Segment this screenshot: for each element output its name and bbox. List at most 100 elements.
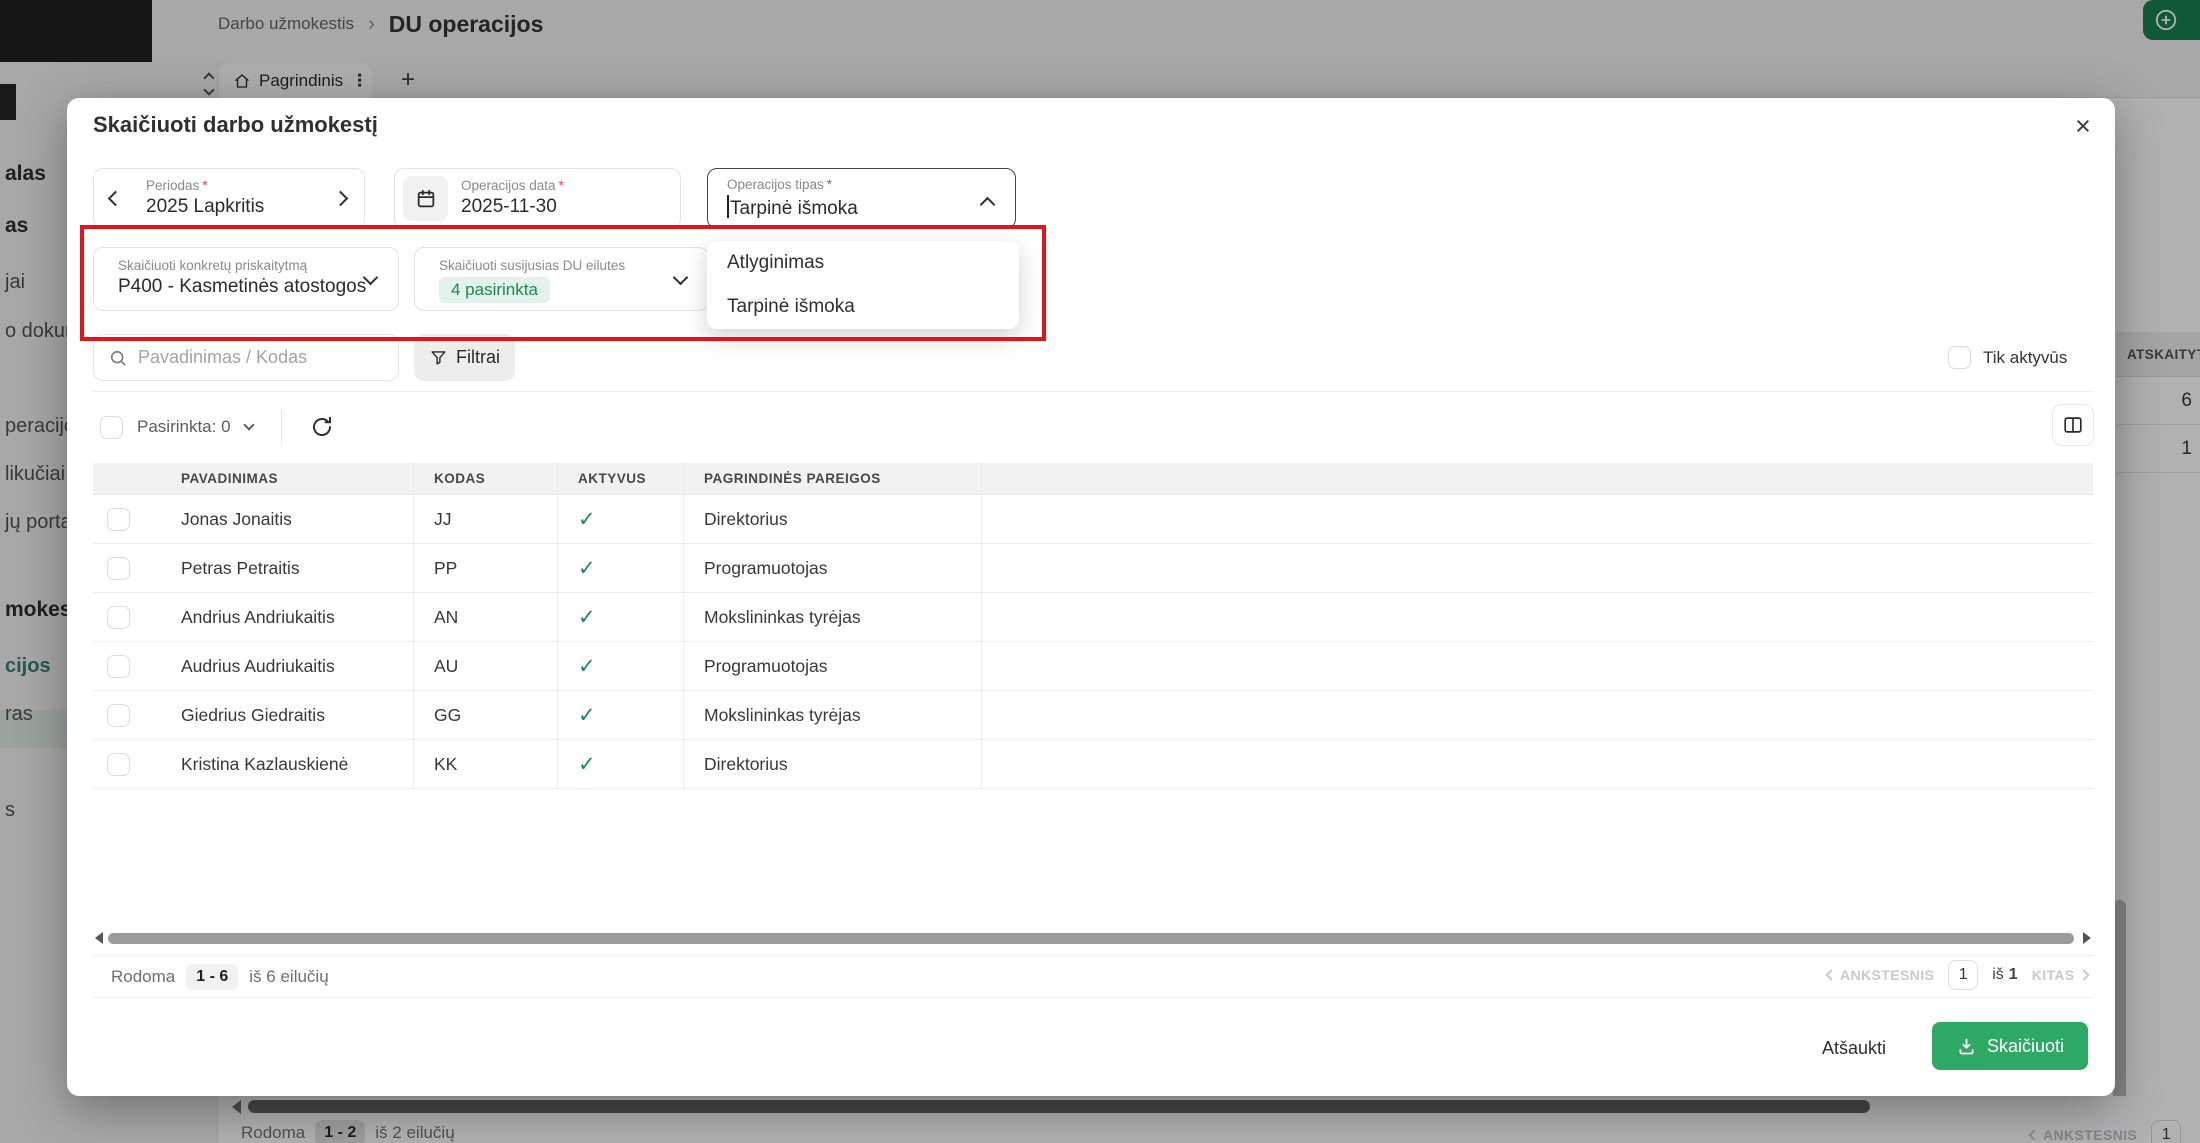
selected-count-label: Pasirinkta: 0: [137, 417, 231, 437]
only-active-checkbox[interactable]: [1948, 346, 1971, 369]
previous-page-button[interactable]: ANKSTESNIS: [1827, 967, 1934, 983]
row-checkbox[interactable]: [107, 557, 130, 580]
specific-accrual-field[interactable]: Skaičiuoti konkretų priskaitytmą P400 - …: [93, 247, 399, 311]
specific-accrual-label: Skaičiuoti konkretų priskaitytmą: [118, 258, 307, 273]
table-row[interactable]: Andrius Andriukaitis AN ✓ Mokslininkas t…: [93, 593, 2093, 642]
table-row[interactable]: Jonas Jonaitis JJ ✓ Direktorius: [93, 495, 2093, 544]
scroll-right-arrow[interactable]: [2083, 932, 2091, 944]
column-header-position[interactable]: PAGRINDINĖS PAREIGOS: [683, 463, 981, 494]
select-all-checkbox[interactable]: [100, 416, 123, 439]
employee-code: KK: [413, 740, 557, 788]
employee-code: AU: [413, 642, 557, 690]
employee-name: Audrius Audriukaitis: [161, 642, 413, 690]
employee-position: Programuotojas: [683, 642, 981, 690]
search-icon: [108, 348, 128, 368]
close-icon[interactable]: ×: [2066, 110, 2100, 144]
employee-position: Programuotojas: [683, 544, 981, 592]
table-row[interactable]: Kristina Kazlauskienė KK ✓ Direktorius: [93, 740, 2093, 789]
chevron-left-icon: [1825, 969, 1836, 980]
employee-name: Jonas Jonaitis: [161, 495, 413, 543]
row-checkbox[interactable]: [107, 655, 130, 678]
rows-range-badge: 1 - 6: [186, 964, 238, 990]
employee-name: Kristina Kazlauskienė: [161, 740, 413, 788]
table-row[interactable]: Audrius Audriukaitis AU ✓ Programuotojas: [93, 642, 2093, 691]
text-cursor: [727, 195, 729, 218]
employees-table: PAVADINIMAS KODAS AKTYVUS PAGRINDINĖS PA…: [93, 463, 2093, 789]
employee-name: Giedrius Giedraitis: [161, 691, 413, 739]
next-page-button[interactable]: KITAS: [2032, 967, 2088, 983]
pagination: ANKSTESNIS 1 iš1 KITAS: [1827, 958, 2088, 992]
chevron-up-icon[interactable]: [980, 197, 996, 213]
related-lines-field[interactable]: Skaičiuoti susijusias DU eilutes 4 pasir…: [414, 247, 709, 311]
required-mark: *: [827, 177, 832, 192]
screen: Darbo užmokestis › DU operacijos Pagrind…: [0, 0, 2200, 1143]
cancel-button[interactable]: Atšaukti: [1810, 1032, 1898, 1065]
only-active-label: Tik aktyvūs: [1983, 348, 2067, 368]
table-row[interactable]: Petras Petraitis PP ✓ Programuotojas: [93, 544, 2093, 593]
table-header-row: PAVADINIMAS KODAS AKTYVUS PAGRINDINĖS PA…: [93, 463, 2093, 495]
operation-date-field[interactable]: Operacijos data* 2025-11-30: [394, 168, 681, 229]
employee-code: JJ: [413, 495, 557, 543]
only-active-toggle: Tik aktyvūs: [1948, 346, 2067, 369]
chevron-right-icon[interactable]: [333, 191, 349, 207]
column-header-active[interactable]: AKTYVUS: [557, 463, 683, 494]
divider: [93, 955, 2093, 956]
operation-date-label: Operacijos data: [461, 178, 556, 193]
column-header-name[interactable]: PAVADINIMAS: [161, 463, 413, 494]
filters-button[interactable]: Filtrai: [414, 334, 515, 381]
download-icon: [1956, 1036, 1977, 1057]
calendar-icon[interactable]: [403, 176, 448, 221]
columns-settings-button[interactable]: [2052, 404, 2094, 446]
specific-accrual-value: P400 - Kasmetinės atostogos: [118, 276, 366, 298]
employee-position: Direktorius: [683, 740, 981, 788]
funnel-icon: [429, 348, 448, 367]
row-checkbox[interactable]: [107, 508, 130, 531]
modal-title: Skaičiuoti darbo užmokestį: [93, 112, 378, 138]
search-field[interactable]: [93, 334, 399, 381]
active-check-icon: ✓: [578, 654, 596, 679]
employee-position: Direktorius: [683, 495, 981, 543]
active-check-icon: ✓: [578, 507, 596, 532]
employee-code: AN: [413, 593, 557, 641]
filters-label: Filtrai: [456, 347, 500, 368]
required-mark: *: [559, 178, 564, 193]
chevron-down-icon[interactable]: [673, 270, 689, 286]
dropdown-option-tarpine-ismoka[interactable]: Tarpinė išmoka: [707, 285, 1019, 329]
operation-type-value: Tarpinė išmoka: [730, 198, 858, 219]
employee-name: Petras Petraitis: [161, 544, 413, 592]
divider: [281, 410, 282, 444]
column-header-code[interactable]: KODAS: [413, 463, 557, 494]
employee-code: PP: [413, 544, 557, 592]
search-input[interactable]: [138, 347, 368, 368]
refresh-icon[interactable]: [310, 415, 334, 439]
horizontal-scrollbar[interactable]: [108, 933, 2074, 944]
page-number-input[interactable]: 1: [1948, 960, 1978, 990]
row-checkbox[interactable]: [107, 704, 130, 727]
divider: [93, 997, 2093, 998]
related-lines-label: Skaičiuoti susijusias DU eilutes: [439, 258, 625, 273]
chevron-left-icon[interactable]: [108, 191, 124, 207]
chevron-right-icon: [2078, 969, 2089, 980]
dropdown-option-atlyginimas[interactable]: Atlyginimas: [707, 241, 1019, 285]
active-check-icon: ✓: [578, 703, 596, 728]
employee-code: GG: [413, 691, 557, 739]
showing-label: Rodoma: [111, 967, 175, 987]
scroll-left-arrow[interactable]: [95, 932, 103, 944]
active-check-icon: ✓: [578, 752, 596, 777]
period-label: Periodas: [146, 178, 199, 193]
columns-icon: [2062, 414, 2084, 436]
operation-type-field[interactable]: Operacijos tipas* Tarpinė išmoka: [707, 168, 1016, 229]
calculate-label: Skaičiuoti: [1987, 1036, 2064, 1057]
rows-summary: Rodoma 1 - 6 iš 6 eilučių: [111, 961, 329, 993]
chevron-down-icon[interactable]: [243, 419, 254, 430]
employee-name: Andrius Andriukaitis: [161, 593, 413, 641]
row-checkbox[interactable]: [107, 753, 130, 776]
employee-position: Mokslininkas tyrėjas: [683, 593, 981, 641]
operation-type-label: Operacijos tipas: [727, 177, 824, 192]
divider: [93, 391, 2093, 392]
row-checkbox[interactable]: [107, 606, 130, 629]
table-row[interactable]: Giedrius Giedraitis GG ✓ Mokslininkas ty…: [93, 691, 2093, 740]
period-field[interactable]: Periodas* 2025 Lapkritis: [93, 168, 365, 229]
selected-count-badge: 4 pasirinkta: [439, 277, 550, 303]
calculate-button[interactable]: Skaičiuoti: [1932, 1022, 2088, 1070]
